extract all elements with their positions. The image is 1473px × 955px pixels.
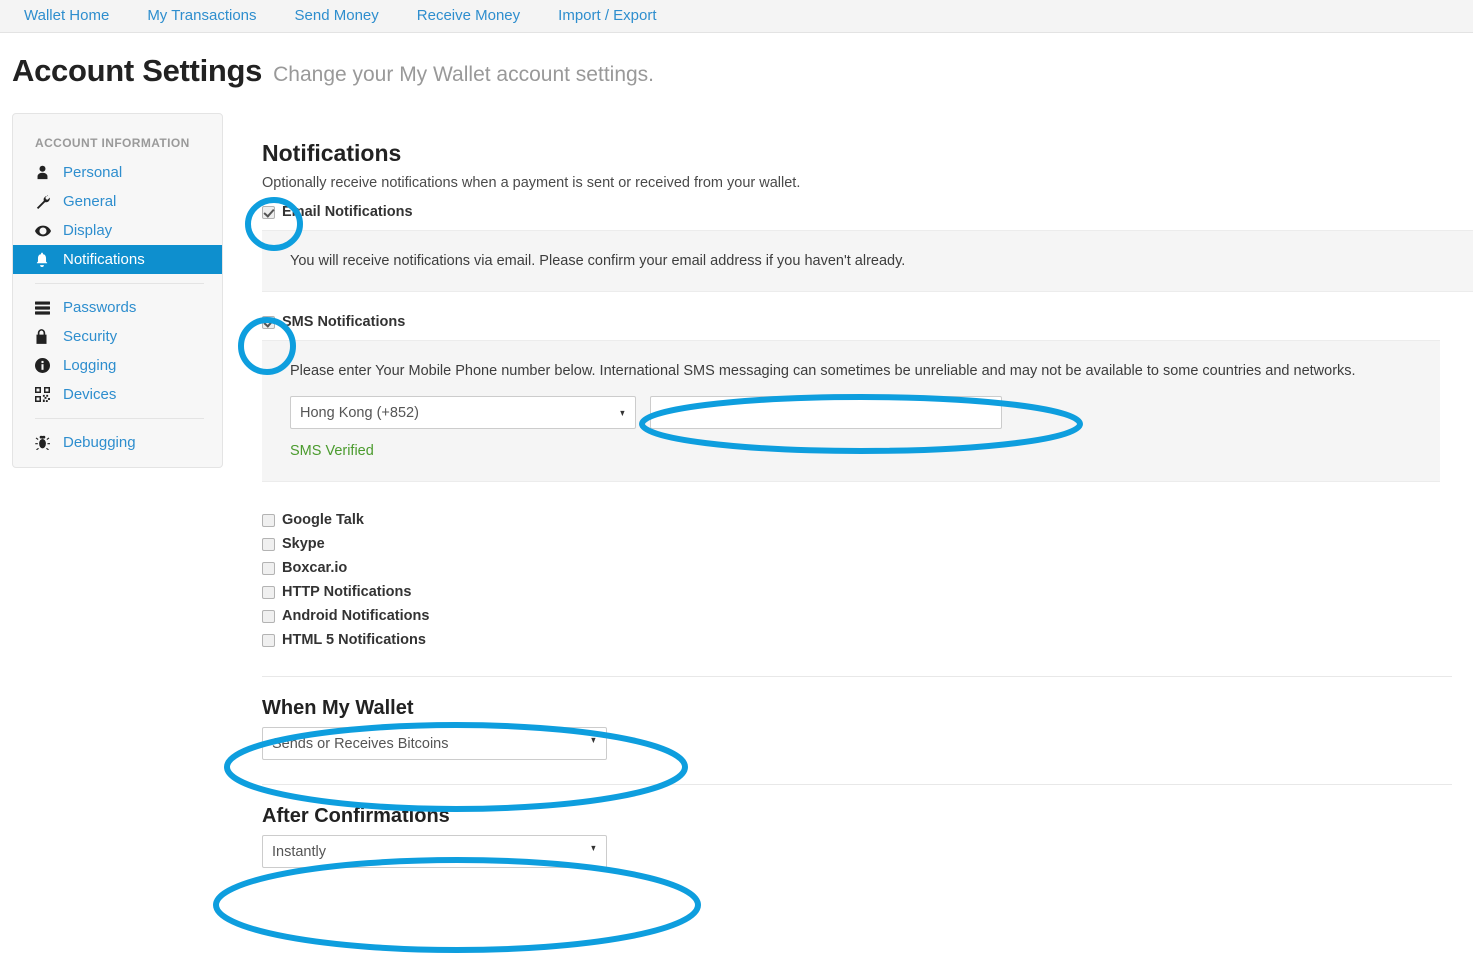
- sidebar-item-label: Passwords: [63, 299, 137, 316]
- page-subtitle: Change your My Wallet account settings.: [273, 63, 655, 86]
- bug-icon: [35, 435, 54, 451]
- after-confirmations-select[interactable]: Instantly: [262, 835, 607, 869]
- sidebar-heading: ACCOUNT INFORMATION: [35, 136, 190, 150]
- after-confirmations-highlight: [210, 855, 705, 955]
- nav-item-send-money[interactable]: Send Money: [276, 0, 398, 31]
- android-notifications-checkbox[interactable]: [262, 609, 275, 623]
- sms-phone-field-row: Hong Kong (+852): [290, 396, 1440, 430]
- sidebar-item-logging[interactable]: Logging: [13, 351, 222, 380]
- boxcar-io-checkbox[interactable]: [262, 561, 275, 575]
- service-row: HTML 5 Notifications: [262, 628, 1473, 652]
- email-notifications-panel: You will receive notifications via email…: [262, 230, 1473, 293]
- email-notifications-checkbox[interactable]: [262, 205, 275, 219]
- when-my-wallet-title: When My Wallet: [262, 697, 414, 720]
- service-row: Boxcar.io: [262, 556, 1473, 580]
- sidebar-item-security[interactable]: Security: [13, 322, 222, 351]
- nav-item-my-transactions[interactable]: My Transactions: [128, 0, 275, 31]
- page-header: Account Settings Change your My Wallet a…: [12, 53, 654, 89]
- person-icon: [35, 165, 54, 181]
- country-code-select-wrap: Hong Kong (+852): [290, 396, 636, 430]
- sidebar-item-label: General: [63, 193, 117, 210]
- service-row: Android Notifications: [262, 604, 1473, 628]
- server-icon: [35, 300, 54, 316]
- service-row: Skype: [262, 532, 1473, 556]
- divider-after-confirmations: [262, 784, 1452, 786]
- email-notifications-row: Email Notifications: [262, 204, 1473, 220]
- sidebar-item-general[interactable]: General: [13, 187, 222, 216]
- service-label[interactable]: Skype: [282, 536, 325, 552]
- service-label[interactable]: HTML 5 Notifications: [282, 632, 426, 648]
- sidebar-item-label: Personal: [63, 164, 123, 181]
- sidebar-item-label: Notifications: [63, 251, 145, 268]
- sms-panel-text: Please enter Your Mobile Phone number be…: [290, 363, 1356, 380]
- sidebar-item-debugging[interactable]: Debugging: [13, 428, 222, 457]
- sidebar-item-label: Security: [63, 328, 118, 345]
- nav-item-wallet-home[interactable]: Wallet Home: [14, 0, 128, 31]
- sms-verified-status: SMS Verified: [290, 443, 374, 460]
- sidebar-item-label: Debugging: [63, 434, 136, 451]
- notification-services-list: Google Talk Skype Boxcar.io HTTP Notific…: [262, 508, 1473, 652]
- sidebar: ACCOUNT INFORMATION Personal General Dis…: [12, 113, 223, 468]
- after-confirmations-select-wrap: Instantly: [262, 828, 607, 869]
- wrench-icon: [35, 194, 54, 210]
- sidebar-item-notifications[interactable]: Notifications: [13, 245, 222, 274]
- service-label[interactable]: Android Notifications: [282, 608, 429, 624]
- phone-number-input[interactable]: [650, 396, 1002, 430]
- sms-notifications-row: SMS Notifications: [262, 314, 1473, 330]
- service-label[interactable]: Google Talk: [282, 512, 364, 528]
- top-navigation-bar: Wallet Home My Transactions Send Money R…: [0, 0, 1473, 33]
- eye-icon: [35, 223, 54, 239]
- html5-notifications-checkbox[interactable]: [262, 633, 275, 647]
- sidebar-item-passwords[interactable]: Passwords: [13, 293, 222, 322]
- sms-notifications-panel: Please enter Your Mobile Phone number be…: [262, 340, 1440, 483]
- sidebar-divider-2: [35, 418, 204, 419]
- page-title: Account Settings: [12, 53, 263, 88]
- sidebar-item-label: Devices: [63, 386, 117, 403]
- when-my-wallet-select[interactable]: Sends or Receives Bitcoins: [262, 727, 607, 761]
- sidebar-item-label: Display: [63, 222, 113, 239]
- country-code-select[interactable]: Hong Kong (+852): [290, 396, 636, 430]
- sidebar-item-devices[interactable]: Devices: [13, 380, 222, 409]
- divider-when-my-wallet: [262, 676, 1452, 678]
- section-title: Notifications: [262, 140, 402, 166]
- section-description: Optionally receive notifications when a …: [262, 175, 801, 192]
- qrcode-icon: [35, 387, 54, 403]
- http-notifications-checkbox[interactable]: [262, 585, 275, 599]
- google-talk-checkbox[interactable]: [262, 513, 275, 527]
- after-confirmations-title: After Confirmations: [262, 805, 450, 828]
- nav-item-import-export[interactable]: Import / Export: [539, 0, 675, 31]
- email-panel-text: You will receive notifications via email…: [290, 253, 906, 270]
- service-row: Google Talk: [262, 508, 1473, 532]
- sms-notifications-checkbox[interactable]: [262, 315, 275, 329]
- sidebar-divider-1: [35, 283, 204, 284]
- email-notifications-label[interactable]: Email Notifications: [282, 204, 413, 220]
- sidebar-item-personal[interactable]: Personal: [13, 158, 222, 187]
- service-label[interactable]: HTTP Notifications: [282, 584, 411, 600]
- lock-icon: [35, 329, 54, 345]
- bell-icon: [35, 252, 54, 268]
- when-my-wallet-select-wrap: Sends or Receives Bitcoins: [262, 720, 607, 761]
- nav-item-receive-money[interactable]: Receive Money: [398, 0, 539, 31]
- sidebar-item-label: Logging: [63, 357, 117, 374]
- info-icon: [35, 358, 54, 374]
- service-label[interactable]: Boxcar.io: [282, 560, 347, 576]
- service-row: HTTP Notifications: [262, 580, 1473, 604]
- sms-notifications-label[interactable]: SMS Notifications: [282, 314, 405, 330]
- sidebar-item-display[interactable]: Display: [13, 216, 222, 245]
- skype-checkbox[interactable]: [262, 537, 275, 551]
- main-content: Notifications Optionally receive notific…: [262, 113, 1473, 869]
